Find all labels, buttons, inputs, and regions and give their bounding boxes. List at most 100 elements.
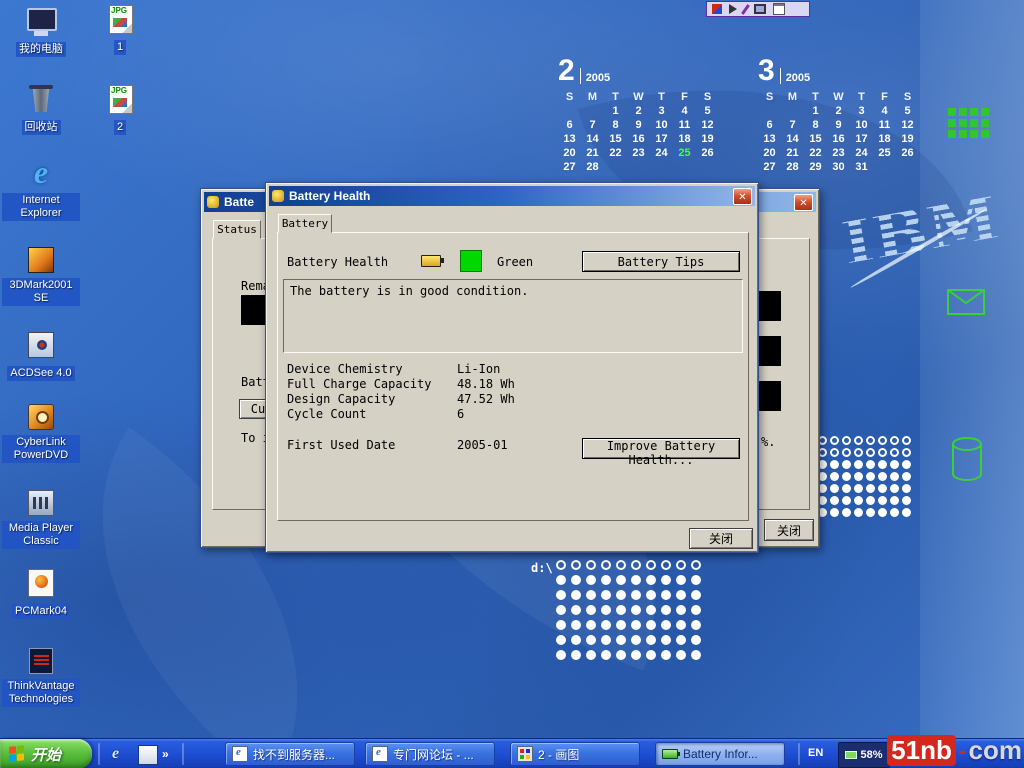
calendar-separator xyxy=(780,68,781,84)
calendar-day: 19 xyxy=(896,133,919,147)
calendar-day: 27 xyxy=(558,161,581,175)
desktop-icon-powerdvd[interactable]: CyberLink PowerDVD xyxy=(2,402,80,463)
start-button[interactable]: 开始 xyxy=(0,739,92,768)
dot xyxy=(854,508,863,517)
desktop: IBM d:\ 2 2005 SMTWTFS123456789101112131… xyxy=(0,0,1024,768)
battery-health-dialog: Battery Health Battery Battery Health Gr… xyxy=(265,182,759,553)
dot xyxy=(586,575,596,585)
desktop-icon-pcmark04[interactable]: PCMark04 xyxy=(2,568,80,619)
taskbar-separator xyxy=(98,743,100,765)
dot xyxy=(571,635,581,645)
desktop-icon-label: PCMark04 xyxy=(12,604,70,619)
calendar-header: 3 2005 xyxy=(758,56,919,86)
volume-icon[interactable] xyxy=(729,4,737,14)
tab-battery[interactable]: Battery xyxy=(278,214,332,233)
dot xyxy=(878,448,887,457)
close-button[interactable] xyxy=(794,194,813,211)
calendar-day: 10 xyxy=(850,119,873,133)
quicklaunch-show-desktop-icon[interactable] xyxy=(138,745,158,765)
calendar-day: 24 xyxy=(850,147,873,161)
dot xyxy=(830,484,839,493)
dot xyxy=(646,575,656,585)
calendar-day: 4 xyxy=(673,105,696,119)
floating-toolbar[interactable] xyxy=(706,1,810,17)
close-button[interactable] xyxy=(733,188,752,205)
desktop-icon-recycle-bin[interactable]: 回收站 xyxy=(2,84,80,135)
calendar-day-header: T xyxy=(804,91,827,105)
desktop-icon-my-computer[interactable]: 我的电脑 xyxy=(2,6,80,57)
language-indicator[interactable]: EN xyxy=(808,747,823,759)
dot xyxy=(854,496,863,505)
calendar-day: 24 xyxy=(650,147,673,161)
desktop-icon-media-player-classic[interactable]: Media Player Classic xyxy=(2,488,80,549)
tab-status[interactable]: Status xyxy=(213,220,261,239)
detail-value: Li-Ion xyxy=(457,362,500,376)
dot xyxy=(878,460,887,469)
dot xyxy=(571,650,581,660)
calendar-day-header: M xyxy=(781,91,804,105)
dot xyxy=(878,472,887,481)
calendar-day: 16 xyxy=(627,133,650,147)
improve-battery-health-button[interactable]: Improve Battery Health... xyxy=(582,438,740,459)
calendar-day: 22 xyxy=(604,147,627,161)
quicklaunch-ie-icon[interactable] xyxy=(112,745,130,763)
calendar-day: 17 xyxy=(850,133,873,147)
dot xyxy=(586,560,596,570)
dot xyxy=(616,575,626,585)
calendar-day xyxy=(896,161,919,175)
calendar-day: 6 xyxy=(558,119,581,133)
desktop-file-2[interactable]: JPG 2 xyxy=(98,84,142,135)
close-dialog-button[interactable]: 关闭 xyxy=(689,528,753,549)
tray-battery[interactable]: 58% xyxy=(838,742,890,768)
calendar-day-header: W xyxy=(827,91,850,105)
close-window-button[interactable]: 关闭 xyxy=(764,519,814,541)
calendar-year: 2005 xyxy=(586,72,610,84)
taskbar-item-battery-information[interactable]: Battery Infor... xyxy=(655,742,785,766)
dot xyxy=(866,496,875,505)
media-player-classic-icon xyxy=(24,488,58,518)
battery-gauge-icon xyxy=(272,190,284,202)
condition-text: The battery is in good condition. xyxy=(284,280,742,302)
taskbar-separator xyxy=(798,743,800,765)
dot xyxy=(890,436,899,445)
desktop-file-1[interactable]: JPG 1 xyxy=(98,4,142,55)
keypad-grid-icon xyxy=(948,108,989,138)
dot xyxy=(902,460,911,469)
detail-value: 48.18 Wh xyxy=(457,377,515,391)
dot xyxy=(854,460,863,469)
pen-icon[interactable] xyxy=(741,4,750,15)
taskbar-item-forum[interactable]: 专门网论坛 - ... xyxy=(365,742,495,766)
calendar-day-header: S xyxy=(696,91,719,105)
dot xyxy=(890,484,899,493)
desktop-icon-internet-explorer[interactable]: Internet Explorer xyxy=(2,160,80,221)
dot xyxy=(676,575,686,585)
dot xyxy=(601,575,611,585)
desktop-icon-acdsee[interactable]: ACDSee 4.0 xyxy=(2,330,80,381)
battery-tips-button[interactable]: Battery Tips xyxy=(582,251,740,272)
display-icon[interactable] xyxy=(754,4,766,14)
media-icon[interactable] xyxy=(712,4,722,14)
dot xyxy=(676,560,686,570)
taskbar-item-paint[interactable]: 2 - 画图 xyxy=(510,742,640,766)
desktop-icon-3dmark2001[interactable]: 3DMark2001 SE xyxy=(2,245,80,306)
desktop-icon-thinkvantage[interactable]: ThinkVantage Technologies xyxy=(2,646,80,707)
dot xyxy=(586,635,596,645)
quicklaunch-overflow-chevron[interactable]: » xyxy=(162,747,169,761)
calendar-day: 5 xyxy=(896,105,919,119)
taskbar-separator xyxy=(182,743,184,765)
dot xyxy=(902,496,911,505)
dialog-titlebar[interactable]: Battery Health xyxy=(269,186,755,206)
dot xyxy=(631,590,641,600)
notes-icon[interactable] xyxy=(773,3,785,15)
taskbar-item-label: 2 - 画图 xyxy=(538,746,579,763)
calendar-day: 18 xyxy=(873,133,896,147)
calendar-day: 14 xyxy=(781,133,804,147)
dot xyxy=(878,496,887,505)
taskbar-item-server-not-found[interactable]: 找不到服务器... xyxy=(225,742,355,766)
dot xyxy=(586,590,596,600)
paint-icon xyxy=(517,746,533,762)
calendar-day: 6 xyxy=(758,119,781,133)
calendar-day: 3 xyxy=(850,105,873,119)
calendar-day: 12 xyxy=(696,119,719,133)
calendar-day: 23 xyxy=(627,147,650,161)
